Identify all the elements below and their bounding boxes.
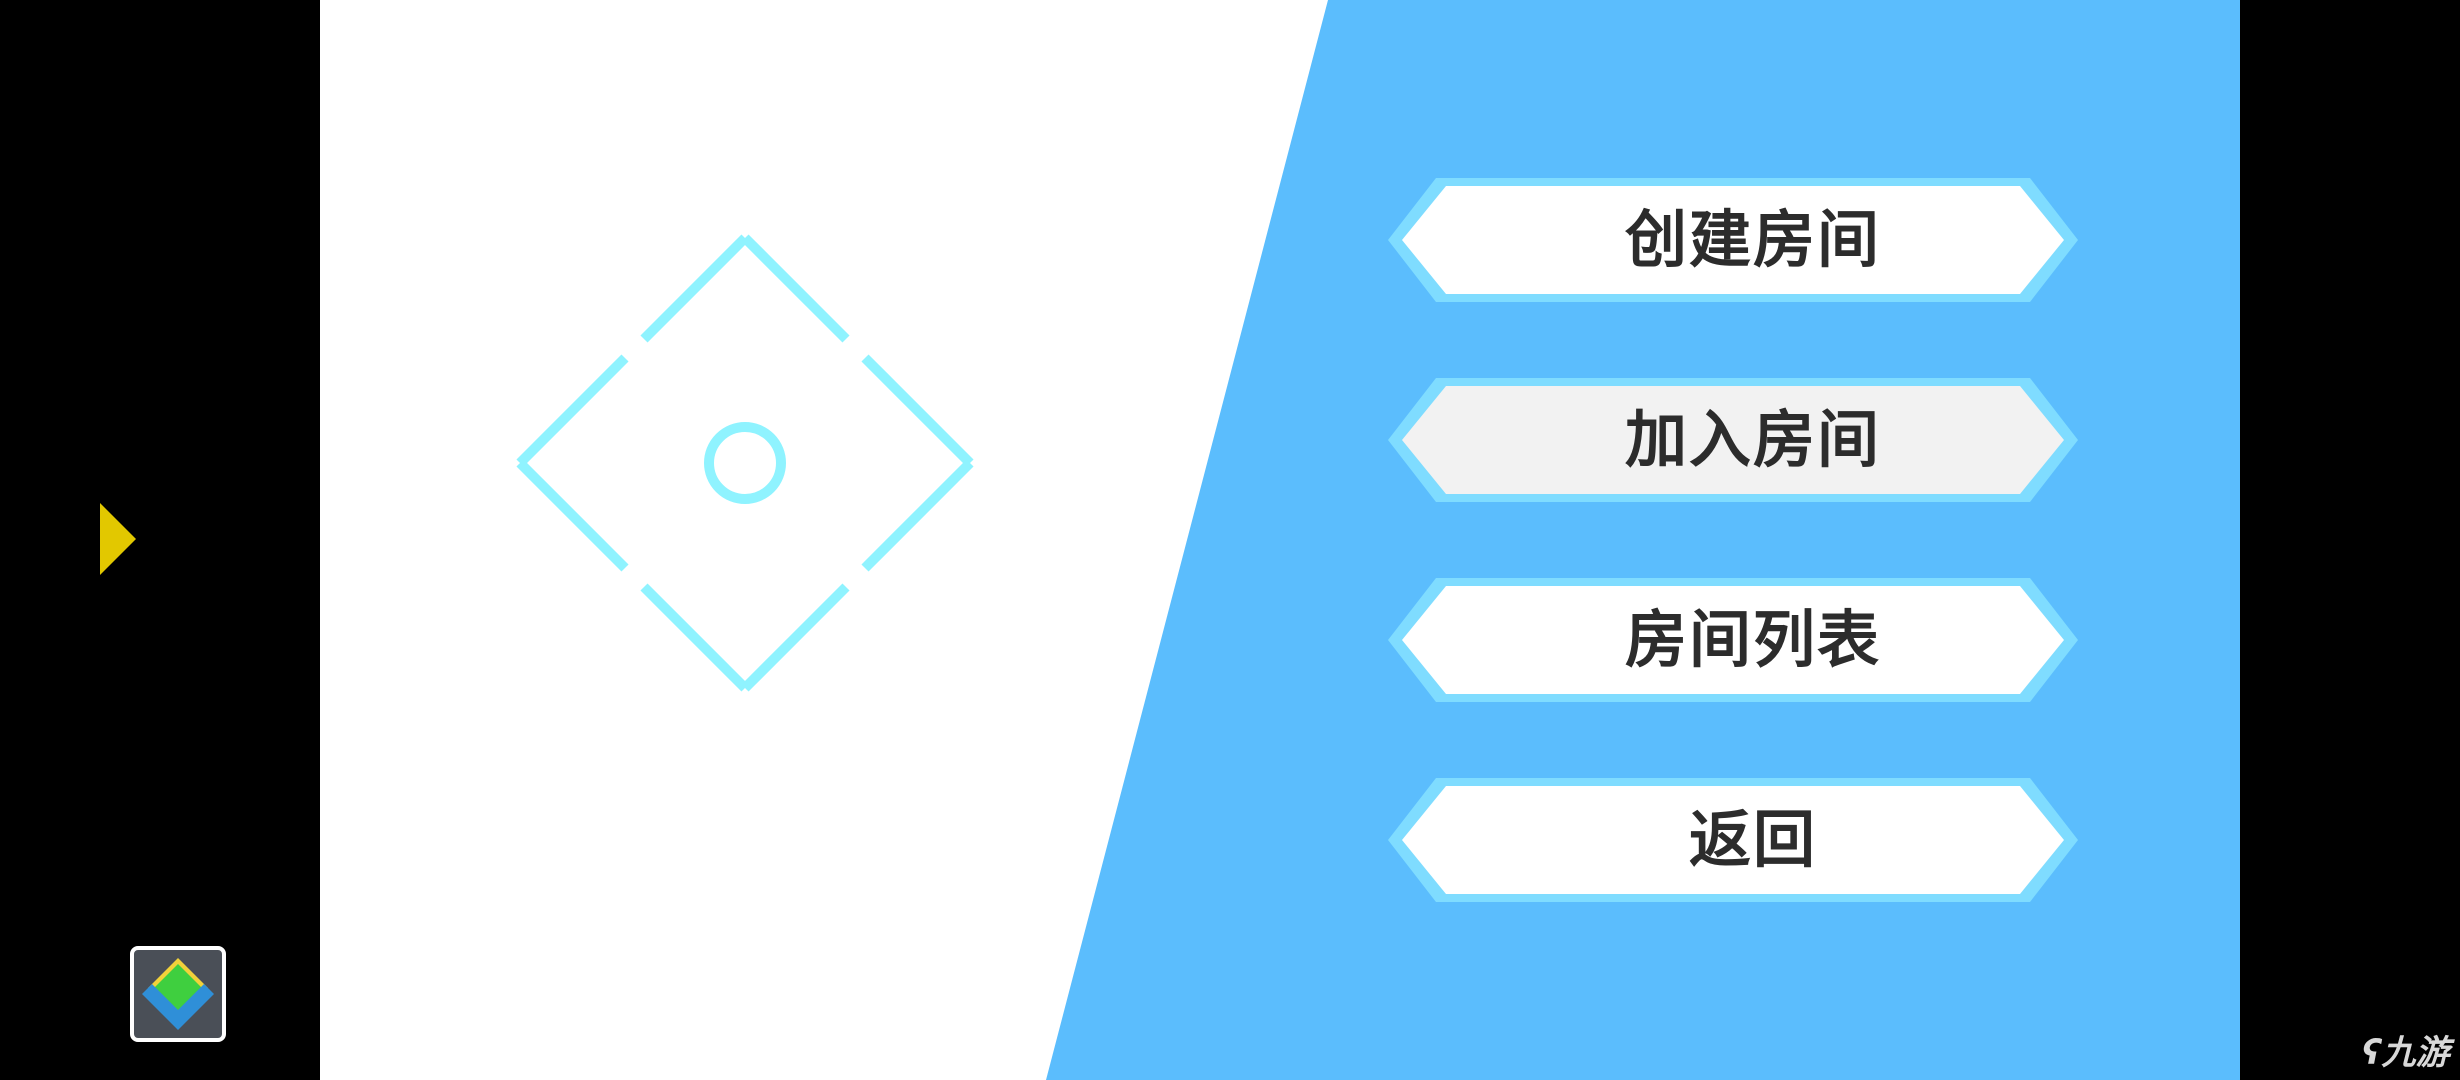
app-icon[interactable] (130, 946, 226, 1042)
watermark: ʕ九游 (2362, 1026, 2460, 1080)
play-triangle-icon[interactable] (100, 503, 136, 575)
button-label: 房间列表 (1624, 603, 1881, 676)
button-label: 加入房间 (1624, 403, 1881, 476)
diamond-crosshair-icon (516, 234, 974, 692)
watermark-logo-icon: ʕ (2362, 1033, 2382, 1073)
join-room-button[interactable]: 加入房间 (1388, 378, 2078, 502)
room-list-button[interactable]: 房间列表 (1388, 578, 2078, 702)
watermark-text: 九游 (2381, 1033, 2450, 1073)
layered-diamond-app-icon (142, 958, 214, 1030)
button-label: 创建房间 (1624, 203, 1881, 276)
game-screen: 创建房间 加入房间 房间列表 返回 ʕ九游 (0, 0, 2460, 1080)
create-room-button[interactable]: 创建房间 (1388, 178, 2078, 302)
button-label: 返回 (1688, 803, 1817, 876)
back-button[interactable]: 返回 (1388, 778, 2078, 902)
